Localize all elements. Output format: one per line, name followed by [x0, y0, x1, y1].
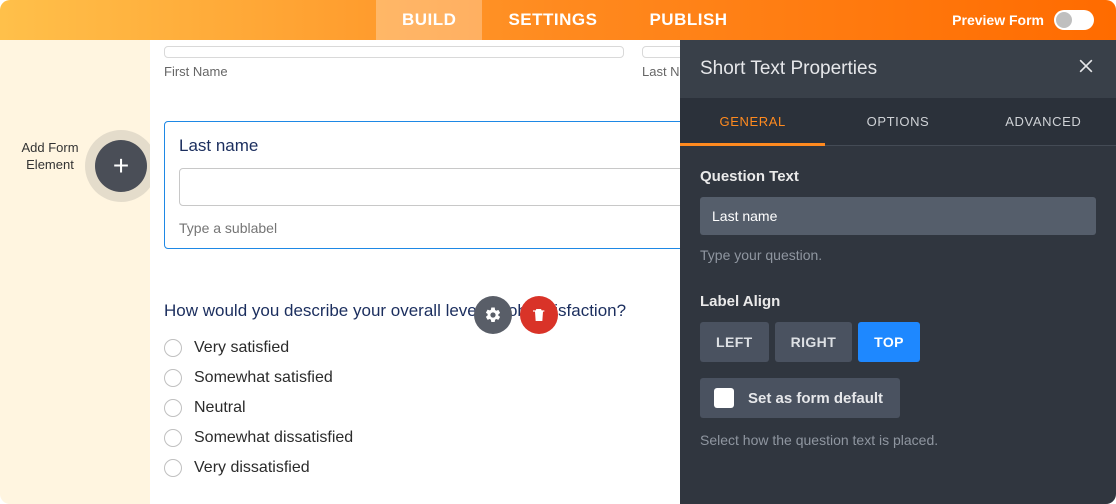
preview-form-toggle[interactable] [1054, 10, 1094, 30]
panel-close-button[interactable] [1076, 56, 1096, 82]
panel-tabs: GENERAL OPTIONS ADVANCED [680, 98, 1116, 146]
radio-icon [164, 369, 182, 387]
label-align-hint: Select how the question text is placed. [700, 432, 1096, 448]
panel-header: Short Text Properties [680, 40, 1116, 98]
align-top-button[interactable]: TOP [858, 322, 920, 362]
trash-icon [531, 307, 547, 323]
first-name-input[interactable] [164, 46, 624, 58]
question-text-hint: Type your question. [700, 247, 1096, 263]
option-label: Very satisfied [194, 339, 289, 357]
properties-panel: Short Text Properties GENERAL OPTIONS AD… [680, 40, 1116, 504]
header-right: Preview Form [952, 10, 1116, 30]
option-label: Neutral [194, 399, 246, 417]
panel-tab-general[interactable]: GENERAL [680, 98, 825, 145]
label-align-label: Label Align [700, 293, 1096, 310]
question-text-input[interactable] [700, 197, 1096, 235]
close-icon [1076, 56, 1096, 76]
question-text-label: Question Text [700, 168, 1096, 185]
plus-icon: + [113, 150, 129, 182]
radio-icon [164, 399, 182, 417]
panel-tab-advanced[interactable]: ADVANCED [971, 98, 1116, 145]
option-label: Somewhat satisfied [194, 369, 333, 387]
set-form-default-toggle[interactable]: Set as form default [700, 378, 900, 418]
align-left-button[interactable]: LEFT [700, 322, 769, 362]
panel-body: Question Text Type your question. Label … [680, 146, 1116, 470]
first-name-sublabel: First Name [164, 64, 624, 79]
left-rail: Add Form Element + [0, 40, 150, 504]
preview-form-label: Preview Form [952, 12, 1044, 28]
option-label: Somewhat dissatisfied [194, 429, 353, 447]
add-form-element-label: Add Form Element [20, 140, 80, 174]
tab-settings[interactable]: SETTINGS [482, 0, 623, 40]
label-align-group: LEFT RIGHT TOP [700, 322, 1096, 362]
add-form-element-button[interactable]: + [95, 140, 147, 192]
option-label: Very dissatisfied [194, 459, 310, 477]
radio-icon [164, 339, 182, 357]
tab-publish[interactable]: PUBLISH [623, 0, 753, 40]
app-root: BUILD SETTINGS PUBLISH Preview Form Add … [0, 0, 1116, 504]
align-right-button[interactable]: RIGHT [775, 322, 853, 362]
first-name-col: First Name [164, 46, 624, 79]
radio-icon [164, 459, 182, 477]
panel-tab-options[interactable]: OPTIONS [825, 98, 970, 145]
set-form-default-label: Set as form default [748, 390, 883, 407]
field-action-buttons [474, 296, 558, 334]
tab-build[interactable]: BUILD [376, 0, 482, 40]
field-delete-button[interactable] [520, 296, 558, 334]
radio-icon [164, 429, 182, 447]
checkbox-icon [714, 388, 734, 408]
header-tabs: BUILD SETTINGS PUBLISH [376, 0, 754, 40]
header-bar: BUILD SETTINGS PUBLISH Preview Form [0, 0, 1116, 40]
field-settings-button[interactable] [474, 296, 512, 334]
gear-icon [484, 306, 502, 324]
panel-title: Short Text Properties [700, 58, 877, 80]
